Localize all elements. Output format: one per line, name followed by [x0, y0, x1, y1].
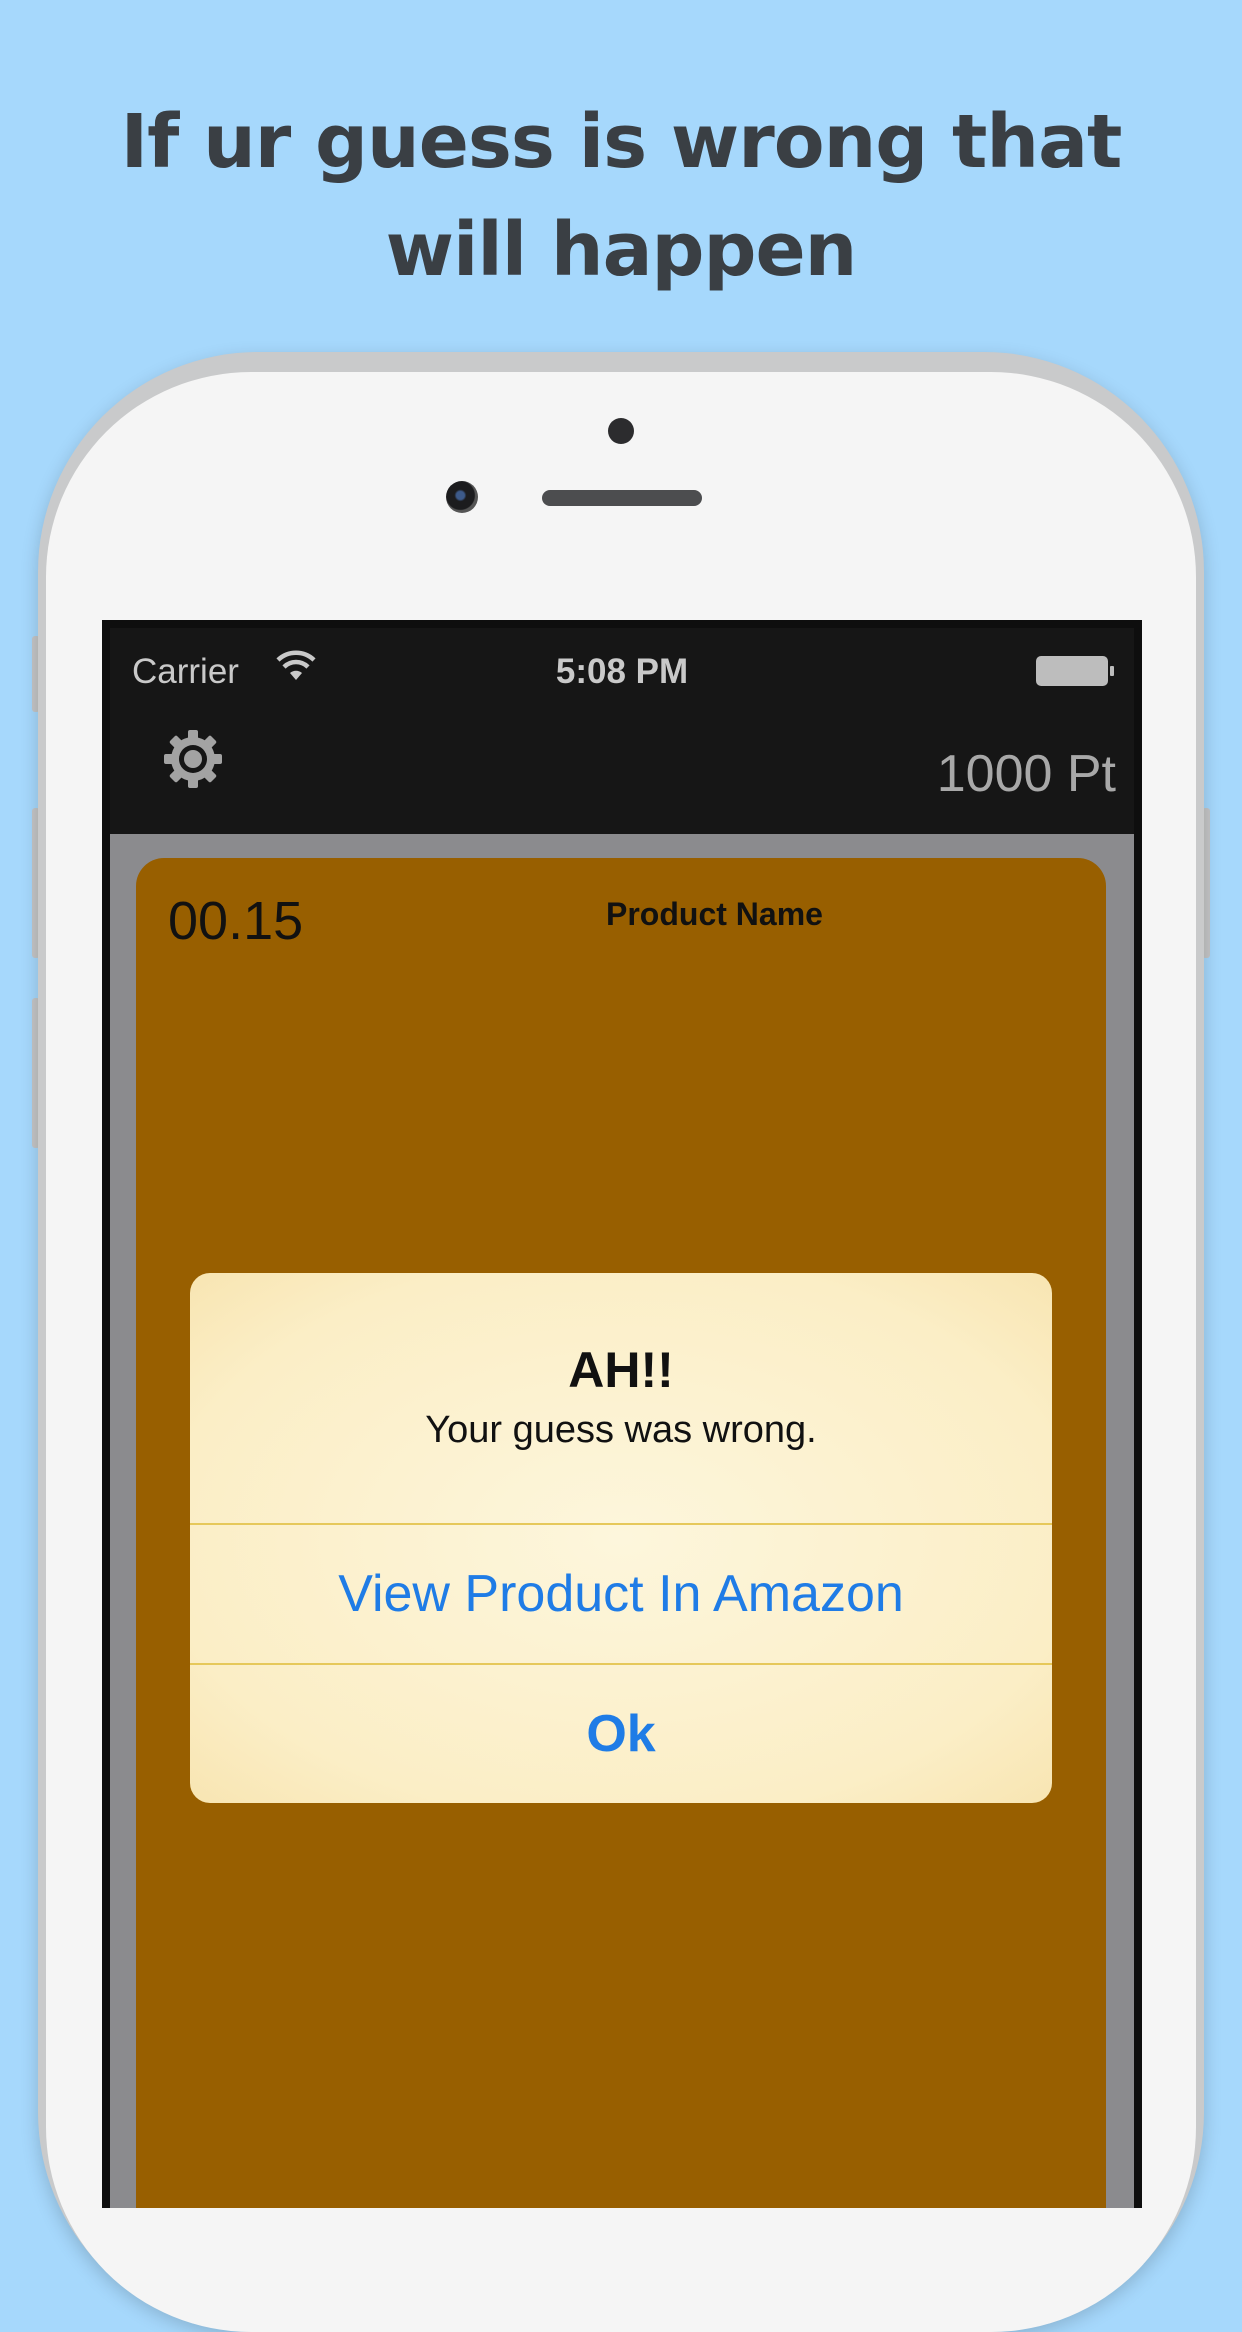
view-product-button[interactable]: View Product In Amazon	[190, 1525, 1052, 1663]
status-time: 5:08 PM	[555, 652, 689, 691]
earpiece-speaker	[542, 490, 702, 506]
alert-message: Your guess was wrong.	[425, 1409, 817, 1451]
nav-bar: 1000 Pt	[110, 698, 1134, 834]
ok-button[interactable]: Ok	[190, 1665, 1052, 1803]
product-name: Product Name	[606, 896, 823, 932]
gear-icon[interactable]	[162, 728, 224, 790]
proximity-sensor	[608, 418, 634, 444]
timer-label: 00.15	[168, 891, 304, 951]
battery-icon	[1036, 656, 1114, 686]
alert-title: AH!!	[568, 1342, 674, 1398]
alert-dialog: AH!! Your guess was wrong. View Product …	[190, 1273, 1052, 1803]
status-bar: Carrier 5:08 PM	[110, 628, 1134, 698]
promo-caption: If ur guess is wrong that will happen	[120, 99, 1123, 293]
points-label: 1000 Pt	[936, 745, 1116, 803]
front-camera	[446, 481, 478, 513]
